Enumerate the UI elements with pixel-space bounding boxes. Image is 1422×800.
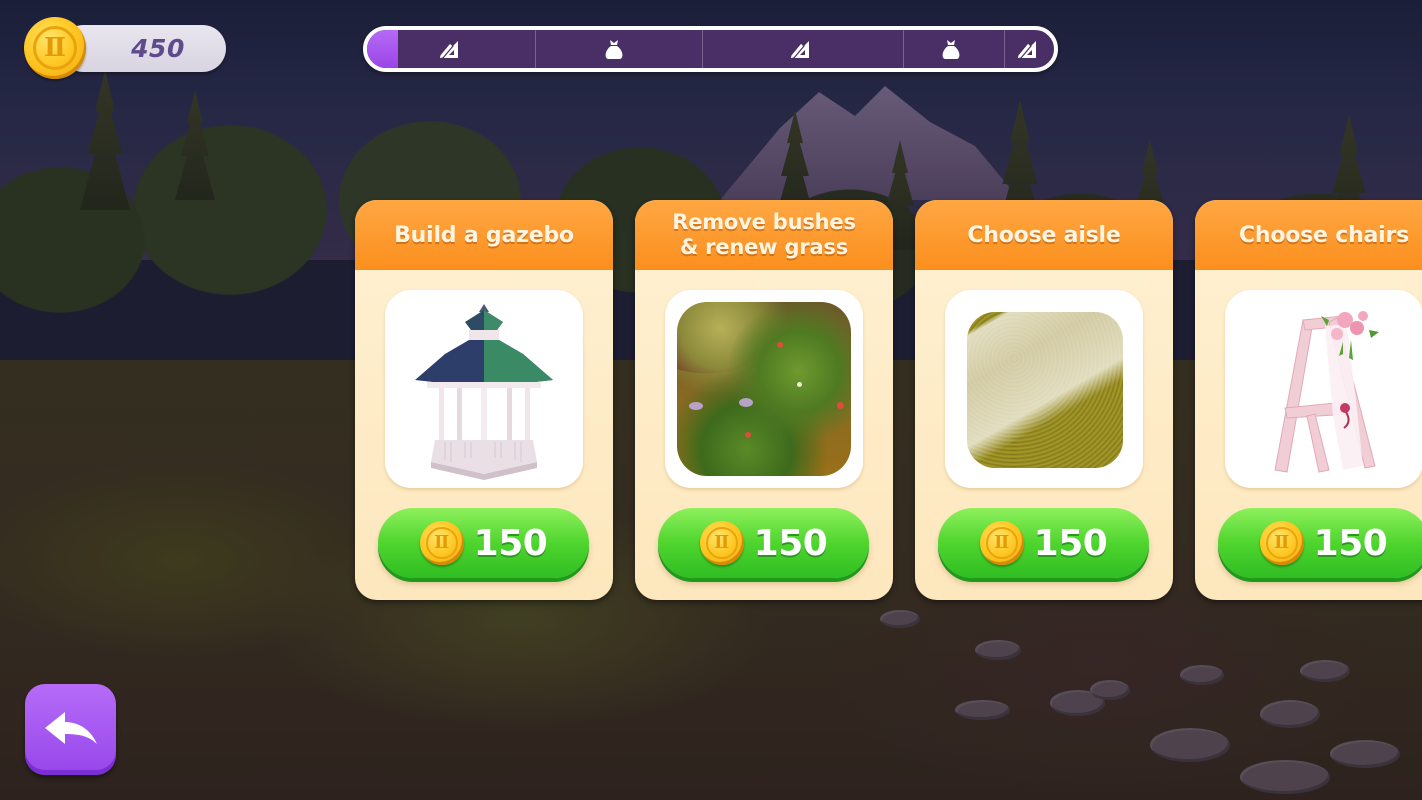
- back-button[interactable]: [25, 684, 116, 775]
- card-title: Build a gazebo: [394, 222, 574, 248]
- bushes-image: [665, 290, 863, 488]
- chair-image: [1225, 290, 1422, 488]
- coin-balance-value: 450: [131, 34, 185, 63]
- gold-coin-icon: Ⅱ: [24, 17, 86, 79]
- card-header: Build a gazebo: [355, 200, 613, 270]
- gold-coin-icon: Ⅱ: [979, 521, 1024, 565]
- money-bag-icon: [940, 38, 962, 60]
- price-label: 150: [753, 522, 828, 564]
- gold-coin-icon: Ⅱ: [1259, 521, 1304, 565]
- card-title: Remove bushes & renew grass: [672, 210, 856, 259]
- level-progress-bar: [363, 26, 1058, 72]
- buy-button[interactable]: Ⅱ 150: [378, 508, 589, 578]
- card-header: Remove bushes & renew grass: [635, 200, 893, 270]
- money-bag-icon: [603, 38, 625, 60]
- buy-button[interactable]: Ⅱ 150: [658, 508, 869, 578]
- aisle-image: [945, 290, 1143, 488]
- ruler-pencil-icon: [1015, 38, 1038, 60]
- price-label: 150: [1033, 522, 1108, 564]
- task-card-build-gazebo: Build a gazebo Ⅱ 150: [355, 200, 613, 600]
- card-title: Choose aisle: [967, 222, 1121, 248]
- segment-divider: [701, 30, 703, 68]
- card-title: Choose chairs: [1238, 222, 1410, 248]
- buy-button[interactable]: Ⅱ 150: [938, 508, 1149, 578]
- gold-coin-icon: Ⅱ: [699, 521, 744, 565]
- task-card-remove-bushes: Remove bushes & renew grass Ⅱ 150: [635, 200, 893, 600]
- task-card-choose-aisle: Choose aisle Ⅱ 150: [915, 200, 1173, 600]
- gazebo-image: [385, 290, 583, 488]
- card-header: Choose aisle: [915, 200, 1173, 270]
- task-card-choose-chairs: Choose chairs Ⅱ 150: [1195, 200, 1422, 600]
- segment-divider: [902, 30, 904, 68]
- ruler-pencil-icon: [438, 38, 460, 60]
- card-header: Choose chairs: [1195, 200, 1422, 270]
- back-arrow-icon: [44, 711, 97, 744]
- ruler-pencil-icon: [788, 38, 811, 60]
- segment-divider: [535, 30, 537, 68]
- gold-coin-icon: Ⅱ: [419, 521, 464, 565]
- price-label: 150: [473, 522, 548, 564]
- progress-fill: [367, 30, 398, 68]
- buy-button[interactable]: Ⅱ 150: [1218, 508, 1422, 578]
- segment-divider: [1003, 30, 1005, 68]
- price-label: 150: [1313, 522, 1388, 564]
